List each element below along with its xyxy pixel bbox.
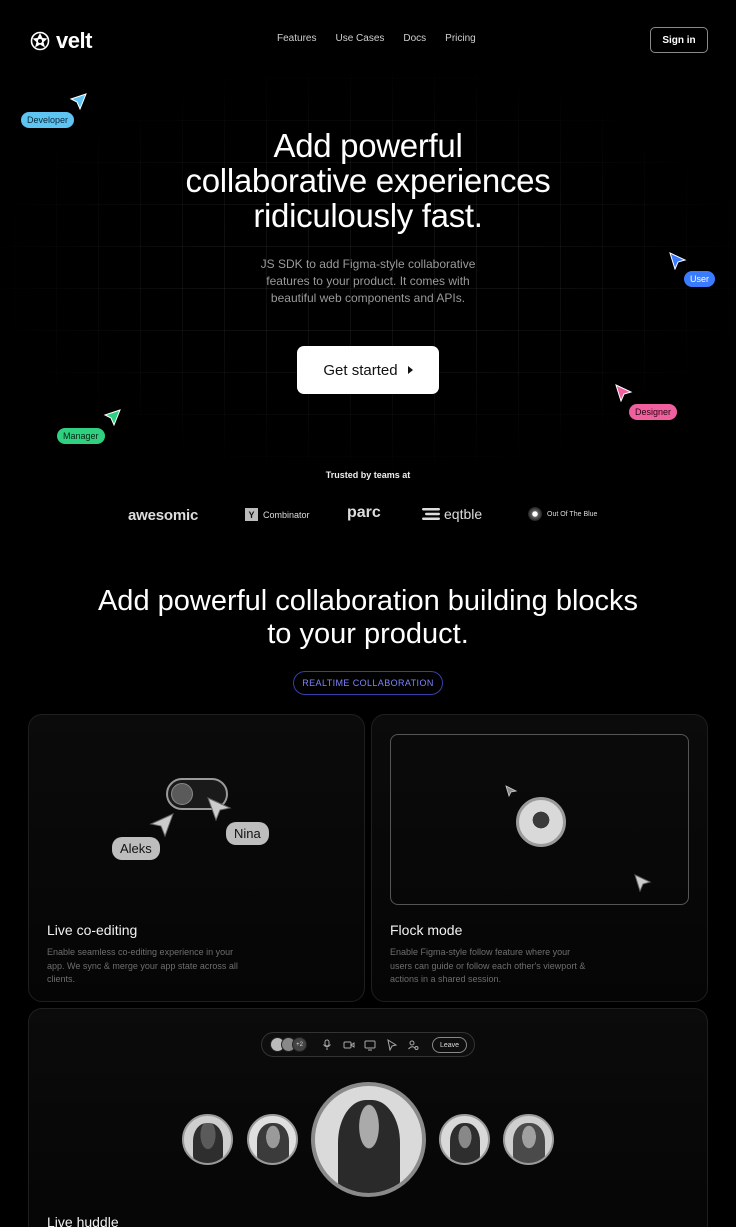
logo-parc: parc xyxy=(347,504,381,521)
cursor-arrow-icon xyxy=(615,384,633,402)
avatar-photo xyxy=(512,1123,545,1163)
customer-logos: awesomic Y Combinator parc eqtble Out Of… xyxy=(0,503,736,529)
hero-subtitle-line: beautiful web components and APIs. xyxy=(270,291,466,305)
trusted-label: Trusted by teams at xyxy=(325,470,411,480)
screen-share-icon[interactable] xyxy=(364,1039,376,1051)
realtime-collaboration-pill[interactable]: REALTIME COLLABORATION xyxy=(293,671,443,695)
cursor-arrow-icon xyxy=(207,797,232,822)
cursor-arrow-icon xyxy=(69,93,87,111)
nav-docs[interactable]: Docs xyxy=(403,33,426,44)
more-participants-count[interactable]: +2 xyxy=(292,1037,307,1052)
section-title: Add powerful collaboration building bloc… xyxy=(0,585,736,651)
logo-out-of-the-blue: Out Of The Blue xyxy=(528,507,597,521)
ycombinator-mark-icon: Y xyxy=(245,508,258,521)
caret-right-icon xyxy=(407,366,413,374)
logo-awesomic: awesomic xyxy=(128,507,199,524)
logo[interactable]: velt xyxy=(30,28,92,54)
brand-name: velt xyxy=(56,28,92,53)
avatar-photo xyxy=(256,1123,289,1163)
main-nav: Features Use Cases Docs Pricing xyxy=(277,33,476,44)
cursor-name-nina: Nina xyxy=(226,822,269,845)
eqtble-text: eqtble xyxy=(444,506,483,522)
cursor-arrow-icon xyxy=(669,252,687,270)
avatar[interactable] xyxy=(516,797,566,847)
avatar-photo xyxy=(337,1100,400,1193)
card-description: Enable seamless co-editing experience in… xyxy=(47,946,238,987)
leave-huddle-button[interactable]: Leave xyxy=(432,1037,467,1053)
sign-in-button[interactable]: Sign in xyxy=(650,27,708,53)
hero-title-line: Add powerful xyxy=(273,127,463,164)
card-title: Live huddle xyxy=(47,1214,119,1227)
card-description-line: Enable Figma-style follow feature where … xyxy=(390,947,571,957)
cursor-arrow-icon xyxy=(149,813,174,838)
card-title: Flock mode xyxy=(390,922,463,938)
avatar[interactable] xyxy=(503,1114,554,1165)
cursor-arrow-icon xyxy=(103,409,121,427)
avatar-main-speaker[interactable] xyxy=(311,1082,426,1197)
cursor-tag-manager: Manager xyxy=(57,428,105,444)
hero-subtitle: JS SDK to add Figma-style collaborative … xyxy=(0,256,736,307)
nav-use-cases[interactable]: Use Cases xyxy=(335,33,384,44)
nav-features[interactable]: Features xyxy=(277,33,316,44)
card-description-line: actions in a shared session. xyxy=(390,974,502,984)
out-of-the-blue-mark-icon xyxy=(528,507,542,521)
cursor-arrow-icon xyxy=(505,785,517,797)
avatar-photo xyxy=(526,808,556,838)
ycombinator-text: Combinator xyxy=(263,509,310,520)
logo-ycombinator: Y Combinator xyxy=(245,508,310,521)
cursor-tag-user: User xyxy=(684,271,716,287)
toggle-knob xyxy=(171,783,193,805)
cursor-tag-designer: Designer xyxy=(629,404,678,420)
cursor-tag-developer: Developer xyxy=(21,112,75,128)
cursor-name-aleks: Aleks xyxy=(112,837,160,860)
get-started-button[interactable]: Get started xyxy=(297,346,439,394)
hero-subtitle-line: features to your product. It comes with xyxy=(266,274,470,288)
get-started-label: Get started xyxy=(323,361,398,379)
section-title-line: to your product. xyxy=(267,618,469,650)
people-settings-icon[interactable] xyxy=(407,1039,419,1051)
card-title: Live co-editing xyxy=(47,922,138,938)
cursor-arrow-icon xyxy=(634,874,652,892)
eqtble-mark-icon xyxy=(422,508,440,520)
hero-title-line: ridiculously fast. xyxy=(253,197,483,234)
nav-pricing[interactable]: Pricing xyxy=(445,33,476,44)
velt-logo-icon xyxy=(30,31,50,51)
hero-subtitle-line: JS SDK to add Figma-style collaborative xyxy=(260,257,476,271)
hero-title: Add powerful collaborative experiences r… xyxy=(0,128,736,233)
avatar[interactable] xyxy=(247,1114,298,1165)
video-camera-icon[interactable] xyxy=(343,1039,355,1051)
cursor-pointer-icon[interactable] xyxy=(386,1039,398,1051)
header: velt Features Use Cases Docs Pricing Sig… xyxy=(0,0,736,80)
out-of-the-blue-text: Out Of The Blue xyxy=(547,510,598,518)
card-description-line: users can guide or follow each other's v… xyxy=(390,960,586,971)
logo-eqtble: eqtble xyxy=(422,506,482,522)
card-description-line: clients. xyxy=(47,974,76,984)
avatar-photo xyxy=(192,1123,223,1163)
card-description-line: Enable seamless co-editing experience in… xyxy=(47,947,234,957)
avatar-photo xyxy=(449,1123,480,1163)
avatar[interactable] xyxy=(182,1114,233,1165)
section-title-line: Add powerful collaboration building bloc… xyxy=(97,585,639,617)
huddle-toolbar: +2 Leave xyxy=(261,1032,475,1057)
card-description-line: app. We sync & merge your app state acro… xyxy=(47,960,238,971)
avatar[interactable] xyxy=(439,1114,490,1165)
hero-title-line: collaborative experiences xyxy=(185,162,551,199)
card-description: Enable Figma-style follow feature where … xyxy=(390,946,585,987)
microphone-icon[interactable] xyxy=(321,1039,333,1051)
